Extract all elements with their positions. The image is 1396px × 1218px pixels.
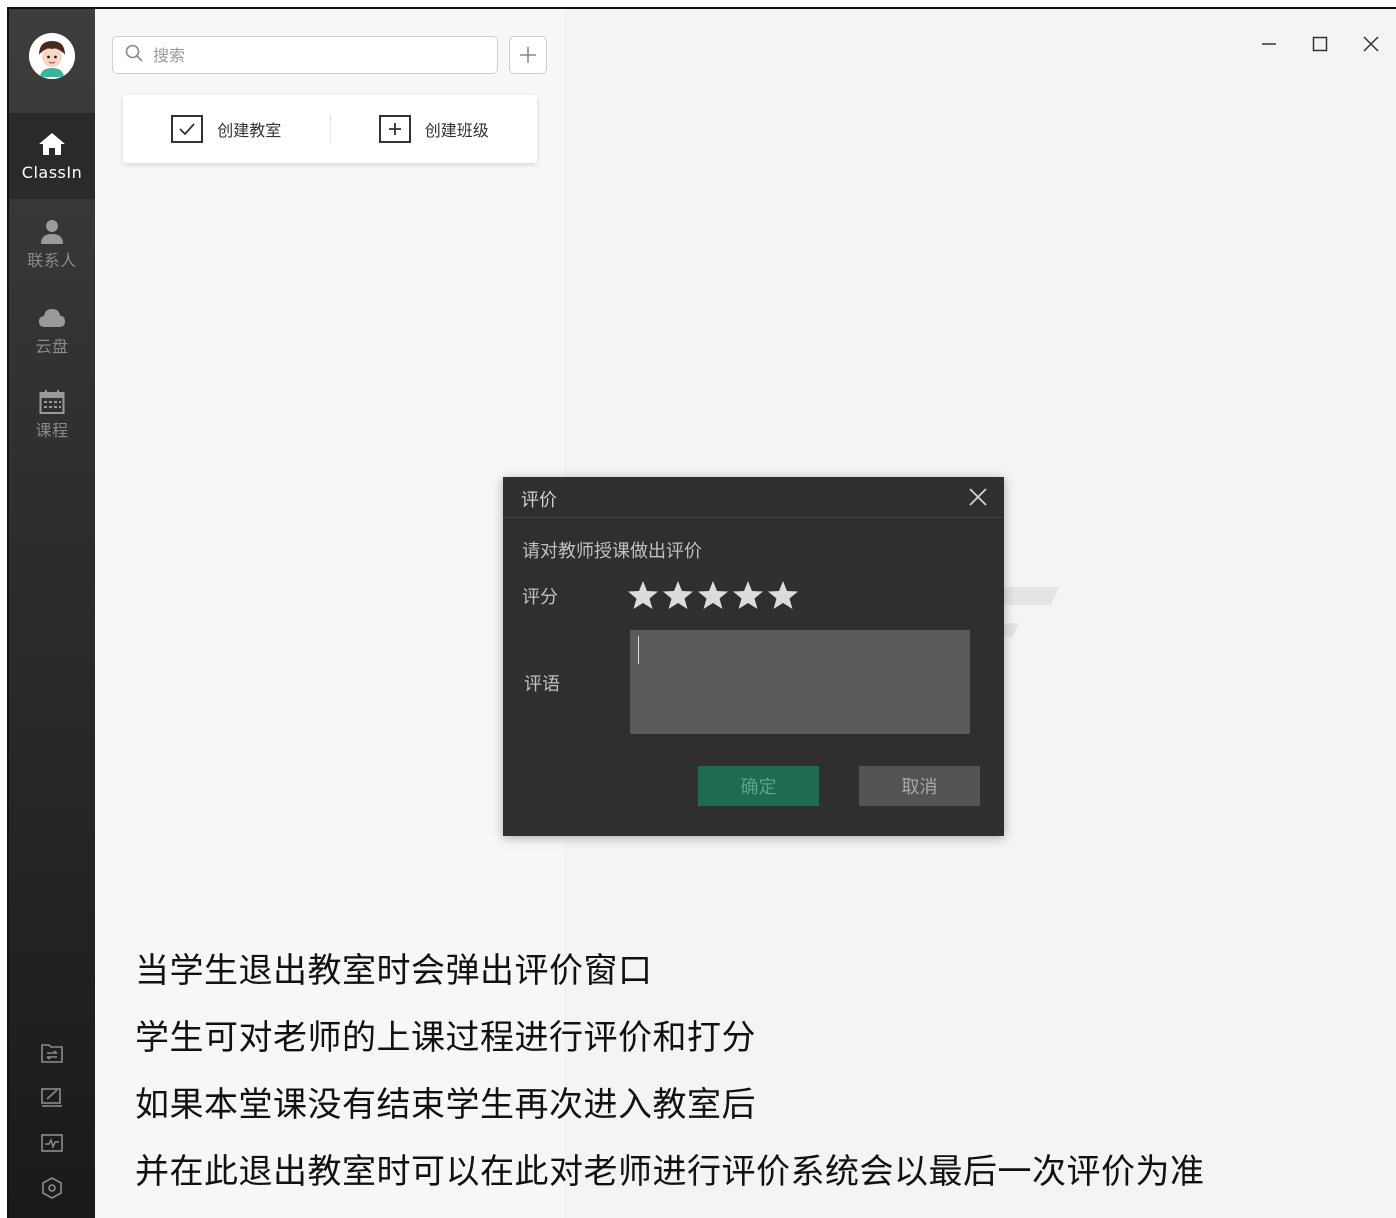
- plus-box-icon: [378, 115, 411, 143]
- sidebar: ClassIn 联系人 云盘 课程: [9, 9, 95, 1218]
- caption-line: 当学生退出教室时会弹出评价窗口: [135, 951, 653, 991]
- caption-line: 并在此退出教室时可以在此对老师进行评价系统会以最后一次评价为准: [135, 1152, 1205, 1192]
- dialog-prompt: 请对教师授课做出评价: [522, 541, 702, 562]
- star-icon[interactable]: [627, 579, 659, 611]
- star-icon[interactable]: [732, 579, 764, 611]
- confirm-button[interactable]: 确定: [698, 766, 819, 806]
- sidebar-item-classin[interactable]: ClassIn: [9, 113, 95, 199]
- sidebar-item-label: 云盘: [35, 337, 69, 356]
- calendar-icon: [39, 387, 65, 417]
- sidebar-item-label: 课程: [35, 421, 69, 440]
- minimize-button[interactable]: [1254, 29, 1284, 59]
- create-class-button[interactable]: 创建班级: [331, 95, 538, 163]
- window-close-button[interactable]: [1356, 29, 1386, 59]
- create-classroom-button[interactable]: 创建教室: [123, 95, 330, 163]
- dialog-header: 评价: [503, 477, 1004, 518]
- edit-note-icon[interactable]: [39, 1084, 65, 1110]
- close-icon: [969, 488, 987, 506]
- close-icon: [1363, 36, 1379, 52]
- app-window: ClassIn 联系人 云盘 课程 搜索 创建教室 创建班级 评价 请对教师授课…: [7, 7, 1396, 1218]
- star-icon[interactable]: [697, 579, 729, 611]
- create-class-label: 创建班级: [424, 121, 489, 140]
- search-input[interactable]: [151, 44, 485, 66]
- dialog-title: 评价: [521, 490, 557, 511]
- dialog-close-button[interactable]: [966, 485, 990, 509]
- star-rating: [627, 579, 799, 611]
- maximize-button[interactable]: [1305, 29, 1335, 59]
- minimize-icon: [1262, 43, 1276, 45]
- star-icon[interactable]: [767, 579, 799, 611]
- sidebar-item-cloud[interactable]: 云盘: [9, 287, 95, 373]
- search-icon: [125, 44, 143, 66]
- sidebar-item-label: ClassIn: [21, 163, 83, 182]
- caption-line: 如果本堂课没有结束学生再次进入教室后: [135, 1085, 756, 1125]
- settings-hex-icon[interactable]: [39, 1175, 65, 1201]
- comment-label: 评语: [524, 674, 560, 695]
- evaluation-dialog: 评价 请对教师授课做出评价 评分 评语 确定 取消: [503, 477, 1004, 836]
- folder-transfer-icon[interactable]: [39, 1040, 65, 1066]
- sidebar-item-courses[interactable]: 课程: [9, 371, 95, 457]
- comment-input[interactable]: [630, 630, 970, 734]
- checkbox-icon: [171, 115, 204, 143]
- maximize-icon: [1312, 36, 1328, 52]
- caption-line: 学生可对老师的上课过程进行评价和打分: [135, 1018, 756, 1058]
- person-icon: [40, 217, 64, 247]
- sidebar-item-contacts[interactable]: 联系人: [9, 201, 95, 287]
- star-icon[interactable]: [662, 579, 694, 611]
- avatar-image: [29, 33, 75, 79]
- activity-icon[interactable]: [39, 1130, 65, 1156]
- score-label: 评分: [522, 587, 558, 608]
- avatar[interactable]: [29, 33, 75, 79]
- plus-icon: [520, 47, 536, 63]
- add-button[interactable]: [509, 36, 547, 74]
- cloud-icon: [38, 303, 66, 333]
- cancel-button[interactable]: 取消: [859, 766, 980, 806]
- text-caret: [638, 636, 639, 664]
- create-classroom-label: 创建教室: [217, 121, 282, 140]
- sidebar-item-label: 联系人: [27, 251, 77, 270]
- create-actions-card: 创建教室 创建班级: [123, 95, 537, 163]
- logo-watermark: [999, 587, 1069, 641]
- home-icon: [38, 129, 66, 159]
- search-box[interactable]: [112, 36, 498, 74]
